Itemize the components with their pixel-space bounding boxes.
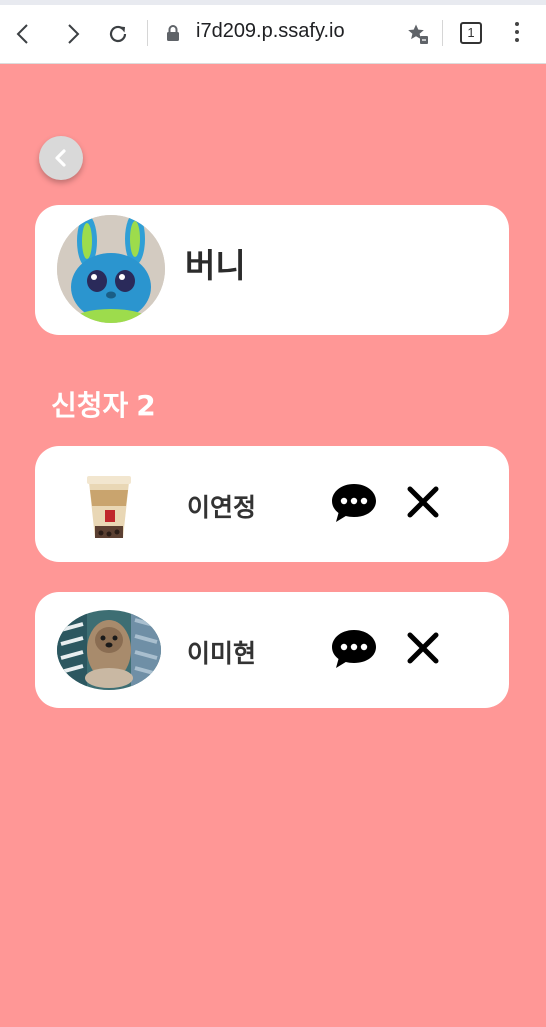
applicant-avatar xyxy=(57,464,161,544)
bookmark-star-icon xyxy=(408,24,428,44)
dog-photo xyxy=(57,610,161,690)
chat-bubble-icon[interactable] xyxy=(330,628,378,670)
tab-strip xyxy=(0,0,546,5)
applicants-header: 신청자 2 xyxy=(51,384,164,424)
bubble-tea-photo xyxy=(57,464,161,544)
address-bar-url[interactable]: i7d209.p.ssafy.io xyxy=(196,20,345,43)
close-icon[interactable] xyxy=(405,630,441,666)
reload-icon xyxy=(109,25,127,43)
applicants-count: 2 xyxy=(136,389,156,422)
applicant-card: 이연정 xyxy=(35,446,509,562)
browser-back-button[interactable] xyxy=(8,18,40,50)
applicant-name: 이미현 xyxy=(187,639,257,668)
owner-card: 버니 xyxy=(35,205,509,335)
bunny-plush-photo xyxy=(57,215,165,323)
owner-name: 버니 xyxy=(185,246,246,285)
applicants-label: 신청자 xyxy=(51,389,129,422)
more-vert-icon[interactable] xyxy=(515,22,519,46)
applicant-avatar xyxy=(57,610,161,690)
close-icon[interactable] xyxy=(405,484,441,520)
browser-toolbar: i7d209.p.ssafy.io 1 xyxy=(0,0,546,64)
lock-icon[interactable] xyxy=(163,23,183,43)
browser-reload-button[interactable] xyxy=(102,18,134,50)
forward-icon xyxy=(68,24,80,44)
back-icon xyxy=(16,24,28,44)
toolbar-divider xyxy=(442,20,443,46)
chevron-left-icon xyxy=(55,149,66,167)
bookmark-button[interactable] xyxy=(402,18,434,50)
back-button[interactable] xyxy=(39,136,83,180)
browser-forward-button[interactable] xyxy=(56,18,88,50)
tab-count-button[interactable]: 1 xyxy=(460,22,482,44)
chat-bubble-icon[interactable] xyxy=(330,482,378,524)
applicant-card: 이미현 xyxy=(35,592,509,708)
app-screen: 버니 신청자 2 이연정 이미현 xyxy=(0,64,546,1027)
applicant-name: 이연정 xyxy=(187,493,257,522)
toolbar-divider xyxy=(147,20,148,46)
owner-avatar xyxy=(57,215,165,323)
